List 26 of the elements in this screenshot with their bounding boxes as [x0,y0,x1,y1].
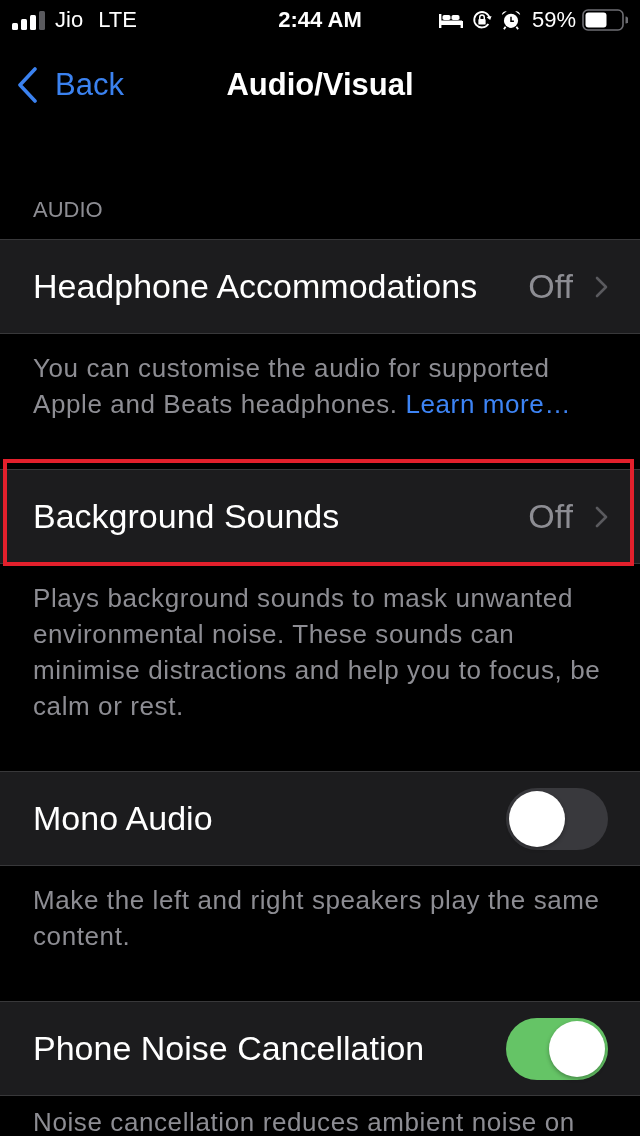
footer-text: Plays background sounds to mask unwanted environmental noise. These sounds can minimise distractions and help you to focus, be calm or rest. [32,582,602,723]
battery-percentage: 59% [531,7,576,33]
footer-text: Noise cancellation reduces ambient noise on [32,1106,576,1136]
row-value: Off [528,267,573,306]
settings-row[interactable]: Headphone Accommodations Off [0,239,640,334]
rotation-lock-icon [471,10,492,30]
settings-row[interactable]: Background Sounds Off [0,469,640,564]
chevron-icon [595,505,608,528]
bed-icon [438,12,463,28]
row-label: Phone Noise Cancellation [33,1029,425,1068]
page-title: Audio/Visual [226,67,414,103]
alarm-clock-icon [500,10,521,30]
signal-bars-icon [12,10,46,30]
network-type: LTE [98,7,137,33]
row-value: Off [528,497,573,536]
row-label: Mono Audio [33,799,213,838]
section-header: AUDIO [32,196,104,224]
chevron-left-icon [17,67,38,103]
carrier-name: Jio [55,7,84,33]
back-button[interactable]: Back [0,67,128,103]
chevron-icon [595,275,608,298]
footer-text: You can customise the audio for supported Apple and Beats headphones. Learn more… [32,352,572,421]
footer-text: Make the left and right speakers play the same content. [32,884,601,953]
learn-more-link[interactable]: Learn more… [405,389,571,419]
clock-time: 2:44 AM [278,7,362,33]
battery-icon [582,9,628,31]
